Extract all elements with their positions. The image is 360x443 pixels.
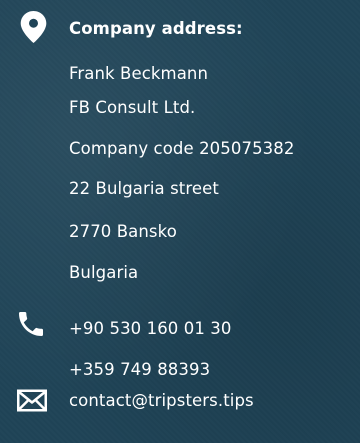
map-pin-icon <box>20 11 47 43</box>
email-link[interactable]: contact@tripsters.tips <box>69 391 254 411</box>
envelope-icon <box>17 389 47 412</box>
address-line-company-code: Company code 205075382 <box>69 139 295 158</box>
address-line-country: Bulgaria <box>69 263 139 282</box>
address-line-street: 22 Bulgaria street <box>69 179 219 198</box>
address-line-name: Frank Beckmann <box>69 64 209 83</box>
address-line-company: FB Consult Ltd. <box>69 98 196 117</box>
address-heading: Company address: <box>69 19 243 38</box>
address-line-city: 2770 Bansko <box>69 222 177 241</box>
phone-link-bulgaria[interactable]: +359 749 88393 <box>69 360 210 380</box>
phone-link-turkey[interactable]: +90 530 160 01 30 <box>69 319 231 339</box>
phone-icon <box>19 312 43 336</box>
